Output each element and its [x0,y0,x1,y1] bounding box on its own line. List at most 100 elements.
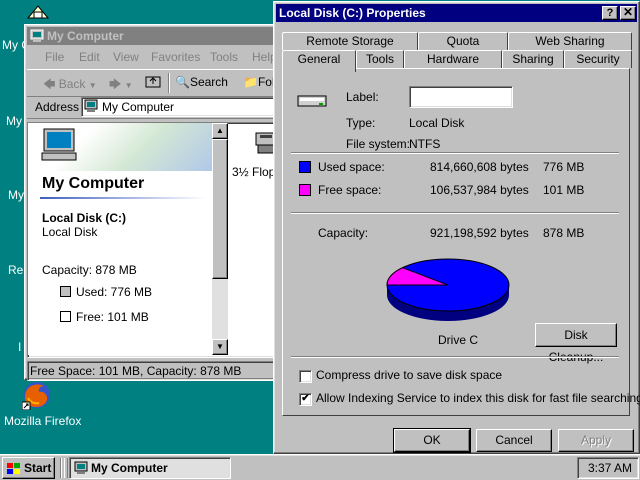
vertical-scrollbar[interactable]: ▲ ▼ [212,123,228,355]
menu-bar: File Edit View Favorites Tools Help [27,47,277,67]
hr-3 [291,356,619,358]
tab-remote-storage[interactable]: Remote Storage [282,32,418,50]
task-my-computer[interactable]: My Computer [69,457,231,479]
back-arrow-icon: 🡄 [43,77,56,91]
desktop-icon-label[interactable]: Re [8,263,23,277]
general-tab-panel: Label: Type: Local Disk File system: NTF… [282,68,640,416]
close-button[interactable]: ✕ [620,6,636,20]
start-label: Start [24,461,52,475]
start-button[interactable]: Start [2,457,55,479]
window-title: My Computer [47,29,124,43]
status-bar: Free Space: 101 MB, Capacity: 878 MB [27,361,275,381]
type-caption: Type: [346,116,376,130]
tab-security[interactable]: Security [564,50,632,68]
tab-quota[interactable]: Quota [418,32,508,50]
used-mb: 776 MB [543,160,585,174]
used-bytes: 814,660,608 bytes [430,160,529,174]
floppy-drive-item[interactable]: 3½ Flopp [230,127,282,187]
close-icon: ✕ [622,5,634,19]
menu-favorites[interactable]: Favorites [151,50,200,64]
address-bar: Address My Computer [27,96,275,119]
drive-label: Drive C [438,333,479,347]
panel-divider [40,197,206,199]
desktop-icon-label[interactable]: My [6,114,22,128]
fs-caption: File system: [346,137,411,151]
free-bytes: 106,537,984 bytes [430,183,529,197]
panel-heading: My Computer [42,175,145,192]
drive-name: Local Disk (C:) [42,211,127,225]
status-text: Free Space: 101 MB, Capacity: 878 MB [30,364,242,378]
desktop-icon-label[interactable]: My [8,188,24,202]
fs-value: NTFS [409,137,441,151]
free-mb: 101 MB [543,183,585,197]
desktop-icon-label[interactable]: Mozilla Firefox [4,414,81,428]
tab-sharing[interactable]: Sharing [502,50,564,68]
computer-icon [84,99,98,116]
my-computer-large-icon [40,127,80,166]
forward-button[interactable]: 🡆 ▼ [109,75,133,96]
properties-dialog: Local Disk (C:) Properties ? ✕ Remote St… [273,1,640,454]
search-icon: 🔍 [175,75,190,89]
drive-type: Local Disk [42,225,98,239]
window-titlebar[interactable]: My Computer [27,27,275,45]
toolbar: 🡄 Back ▼ 🡆 ▼ 🔍Search 📁Fol [27,69,275,97]
clock[interactable]: 3:37 AM [588,461,632,475]
disk-cleanup-button[interactable]: Disk Cleanup... [535,323,617,364]
address-label: Address [35,100,80,114]
label-caption: Label: [346,90,379,104]
help-button[interactable]: ? [602,6,618,20]
tab-tools[interactable]: Tools [356,50,404,68]
scroll-up-button[interactable]: ▲ [212,123,228,139]
up-folder-icon[interactable] [145,74,161,91]
drive-used: Used: 776 MB [76,285,153,299]
type-value: Local Disk [409,116,465,130]
capacity-bytes: 921,198,592 bytes [430,226,529,240]
used-swatch [60,286,71,297]
apply-button[interactable]: Apply [558,429,634,452]
windows-logo-icon [6,462,22,479]
task-label: My Computer [91,461,168,475]
tab-hardware[interactable]: Hardware [404,50,502,68]
firefox-icon[interactable] [21,380,52,411]
menu-file[interactable]: File [45,50,64,64]
hr-1 [291,152,619,154]
folder-content: My Computer Local Disk (C:) Local Disk C… [27,122,282,358]
scroll-down-button[interactable]: ▼ [212,339,228,355]
index-label[interactable]: Allow Indexing Service to index this dis… [316,391,640,405]
computer-icon [74,461,88,478]
desktop-icon-label[interactable]: I [18,340,21,354]
my-computer-window: My Computer File Edit View Favorites Too… [24,24,282,381]
menu-tools[interactable]: Tools [210,50,238,64]
tab-web-sharing[interactable]: Web Sharing [508,32,632,50]
cancel-button[interactable]: Cancel [476,429,552,452]
free-space-swatch [299,184,311,196]
tab-general[interactable]: General [282,50,356,72]
taskbar-separator [60,458,62,478]
address-input[interactable]: My Computer [81,97,275,117]
back-label: Back [58,77,86,91]
my-computer-desktop-icon[interactable] [26,4,50,20]
chevron-down-icon: ▼ [124,81,133,90]
capacity-mb: 878 MB [543,226,585,240]
dialog-title: Local Disk (C:) Properties [279,6,426,20]
label-input[interactable] [409,86,513,108]
address-value: My Computer [102,100,175,114]
search-button[interactable]: 🔍Search [175,75,228,89]
scroll-thumb[interactable] [212,139,228,279]
ok-button[interactable]: OK [393,428,471,453]
drive-free: Free: 101 MB [76,310,149,324]
capacity-caption: Capacity: [318,226,369,240]
compress-label[interactable]: Compress drive to save disk space [316,368,502,382]
folders-button[interactable]: 📁Fol [243,75,275,89]
used-caption: Used space: [318,160,385,174]
hard-drive-icon [297,93,329,112]
back-button[interactable]: 🡄 Back ▼ [43,75,97,96]
dialog-titlebar[interactable]: Local Disk (C:) Properties ? ✕ [276,4,637,22]
compress-checkbox[interactable] [299,370,312,383]
info-panel: My Computer Local Disk (C:) Local Disk C… [28,123,212,355]
hr-2 [291,212,619,214]
computer-icon [30,29,44,46]
index-checkbox[interactable]: ✔ [299,393,312,406]
menu-edit[interactable]: Edit [79,50,100,64]
menu-view[interactable]: View [113,50,139,64]
